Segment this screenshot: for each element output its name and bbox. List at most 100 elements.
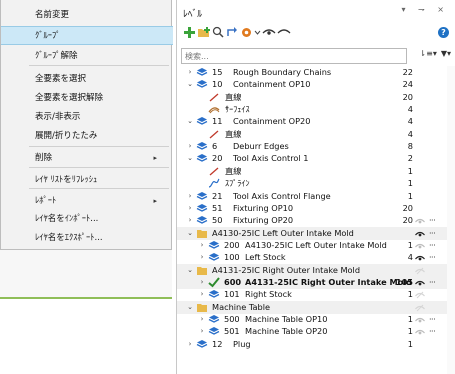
level-number: 50 — [212, 215, 223, 225]
levels-panel: ﾚﾍﾞﾙ ▾ ⇁ × ? ⇂≡▾ ▼▾ ›15Rough Bou — [176, 0, 455, 374]
entity-count: 1 — [407, 326, 413, 336]
menu-item[interactable]: ﾚｲﾔ名をｲﾝﾎﾟｰﾄ... — [1, 210, 173, 229]
visibility-eye-icon[interactable] — [415, 278, 425, 286]
entity-count: 4 — [407, 116, 413, 126]
tree-row[interactable]: › 501 Machine Table OP20 1 ··· — [177, 325, 447, 338]
more-options-icon[interactable]: ··· — [429, 251, 443, 264]
tree-row[interactable]: ｽﾌﾟﾗｲﾝ 1 — [177, 177, 447, 190]
move-to-level-icon[interactable] — [226, 26, 239, 39]
line-icon — [208, 129, 220, 140]
level-icon — [196, 153, 208, 164]
level-icon — [208, 326, 220, 337]
hide-all-eye-icon[interactable] — [277, 26, 291, 39]
level-number: 20 — [212, 153, 223, 163]
level-icon — [196, 67, 208, 78]
expand-chevron-icon[interactable]: › — [186, 214, 194, 227]
search-entities-icon[interactable] — [212, 26, 225, 39]
scrollbar[interactable] — [447, 66, 455, 374]
menu-item[interactable]: ｸﾞﾙｰﾌﾟ — [1, 26, 173, 45]
submenu-arrow-icon: ▸ — [153, 197, 157, 205]
background-area — [0, 250, 172, 297]
list-options-icon[interactable]: ⇂≡▾ — [419, 49, 436, 58]
menu-item-label: ﾚﾎﾟｰﾄ — [35, 196, 57, 206]
add-folder-icon[interactable] — [197, 26, 211, 39]
menu-item-label: 全要素を選択解除 — [35, 93, 104, 103]
expand-chevron-icon[interactable]: › — [198, 251, 206, 264]
filter-icon[interactable]: ▼▾ — [441, 49, 451, 58]
level-icon — [196, 203, 208, 214]
visibility-eye-icon[interactable] — [415, 241, 425, 249]
tree-row[interactable]: ⌄ 10 Containment OP10 24 — [177, 78, 447, 91]
menu-separator — [29, 146, 169, 147]
folder-icon — [196, 228, 208, 239]
entity-count: 20 — [402, 215, 413, 225]
menu-item[interactable]: 展開/折りたたみ — [1, 127, 173, 146]
expand-chevron-icon[interactable]: › — [198, 288, 206, 301]
expand-chevron-icon[interactable]: ⌄ — [186, 152, 194, 165]
add-level-icon[interactable] — [183, 26, 196, 39]
menu-item-label: 全要素を選択 — [35, 74, 87, 84]
panel-window-buttons[interactable]: ▾ ⇁ × — [401, 5, 449, 14]
menu-item[interactable]: ﾚﾎﾟｰﾄ ▸ — [1, 192, 173, 211]
menu-item[interactable]: 全要素を選択解除 — [1, 89, 173, 108]
visibility-eye-icon[interactable] — [415, 266, 425, 275]
settings-gear-icon[interactable] — [240, 26, 253, 39]
level-icon — [196, 141, 208, 152]
spline-icon — [208, 178, 220, 189]
level-icon — [208, 289, 220, 300]
entity-count: 1 — [407, 289, 413, 299]
more-options-icon[interactable]: ··· — [429, 325, 443, 338]
submenu-arrow-icon: ▸ — [153, 154, 157, 162]
menu-item-label: ｸﾞﾙｰﾌﾟ — [35, 31, 61, 41]
visibility-eye-icon[interactable] — [415, 229, 425, 237]
tree-row[interactable]: ⌄ 20 Tool Axis Control 1 2 — [177, 152, 447, 165]
tree-row[interactable]: › 50 Fixturing OP20 20 ··· — [177, 214, 447, 227]
visibility-eye-icon[interactable] — [415, 290, 425, 299]
visibility-eye-icon[interactable] — [415, 303, 425, 312]
expand-chevron-icon[interactable]: › — [186, 338, 194, 351]
level-name: Right Stock — [245, 289, 292, 299]
line-icon — [208, 92, 220, 103]
menu-item[interactable]: ｸﾞﾙｰﾌﾟ解除 — [1, 47, 173, 66]
level-name: Machine Table OP20 — [245, 326, 328, 336]
menu-item[interactable]: ﾚｲﾔ名をｴｸｽﾎﾟｰﾄ... — [1, 229, 173, 248]
expand-chevron-icon[interactable]: › — [198, 325, 206, 338]
expand-chevron-icon[interactable]: ⌄ — [186, 78, 194, 91]
level-icon — [208, 240, 220, 251]
menu-item[interactable]: 表示/非表示 — [1, 108, 173, 127]
menu-item-label: 表示/非表示 — [35, 112, 81, 122]
visibility-eye-icon[interactable] — [415, 253, 425, 261]
level-number: 100 — [224, 252, 240, 262]
visibility-eye-icon[interactable] — [415, 216, 425, 224]
level-number: 10 — [212, 79, 223, 89]
tree-row[interactable]: › 100 Left Stock 4 ··· — [177, 251, 447, 264]
menu-item[interactable]: 名前変更 — [1, 6, 173, 25]
check-icon — [208, 277, 220, 288]
folder-icon — [196, 302, 208, 313]
tree-row[interactable]: ⌄ 11 Containment OP20 4 — [177, 115, 447, 128]
context-menu: 名前変更 ｸﾞﾙｰﾌﾟ ｸﾞﾙｰﾌﾟ解除全要素を選択全要素を選択解除 表示/非表示展開… — [0, 0, 173, 250]
visibility-eye-icon[interactable] — [262, 26, 276, 39]
level-icon — [208, 314, 220, 325]
level-search-input[interactable] — [181, 48, 407, 64]
level-icon — [208, 252, 220, 263]
level-name: Left Stock — [245, 252, 286, 262]
visibility-eye-icon[interactable] — [415, 315, 425, 323]
tree-row[interactable]: › 12 Plug 1 — [177, 338, 447, 351]
level-number: 12 — [212, 339, 223, 349]
dropdown-chevron-icon[interactable] — [254, 26, 261, 39]
entity-count: 4 — [407, 252, 413, 262]
menu-item[interactable]: 削除 ▸ — [1, 149, 173, 168]
help-icon[interactable]: ? — [438, 27, 449, 38]
level-number: 11 — [212, 116, 223, 126]
tree-row[interactable]: › 101 Right Stock 1 — [177, 288, 447, 301]
entity-count: 24 — [402, 79, 413, 89]
expand-chevron-icon[interactable]: ⌄ — [186, 115, 194, 128]
more-options-icon[interactable]: ··· — [429, 214, 443, 227]
menu-item[interactable]: 全要素を選択 — [1, 70, 173, 89]
menu-item-label: ﾚｲﾔ名をｲﾝﾎﾟｰﾄ... — [35, 214, 99, 224]
level-icon — [196, 215, 208, 226]
level-name: ｽﾌﾟﾗｲﾝ — [225, 178, 250, 188]
visibility-eye-icon[interactable] — [415, 327, 425, 335]
panel-title: ﾚﾍﾞﾙ — [183, 9, 203, 20]
